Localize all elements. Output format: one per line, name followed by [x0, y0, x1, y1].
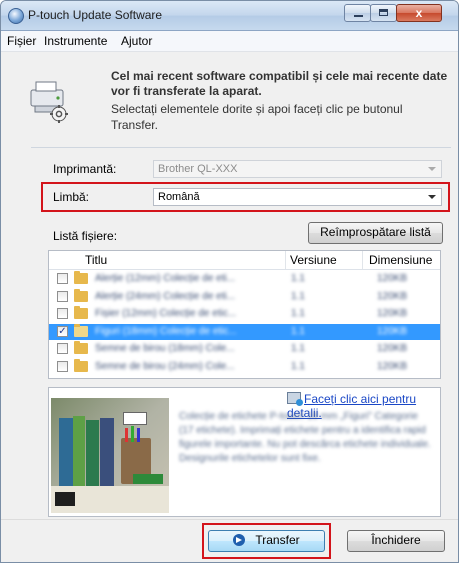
file-list-row[interactable]: Fișier (12mm) Colecție de etic... 1.1 120K… [49, 306, 440, 322]
folder-icon [74, 341, 88, 354]
file-list-row[interactable]: Semne de birou (24mm) Cole... 1.1 120KB [49, 358, 440, 375]
file-list-row[interactable]: Alerție (24mm) Colecție de eti... 1.1 120K… [49, 288, 440, 305]
folder-icon [74, 306, 88, 319]
chevron-down-icon [428, 167, 436, 171]
row-checkbox[interactable]: ✓ [57, 325, 68, 337]
file-list-header: Titlu Versiune Dimensiune [49, 251, 440, 270]
folder-icon [74, 288, 88, 302]
menu-tools[interactable]: Instrumente [44, 34, 107, 48]
arrow-right-icon [233, 534, 246, 546]
app-icon [8, 8, 24, 24]
row-version: 1.1 [291, 343, 305, 354]
footer-divider [1, 519, 458, 520]
file-list[interactable]: Titlu Versiune Dimensiune Alerție (12mm)… [48, 250, 441, 379]
folder-icon [74, 358, 88, 372]
row-version: 1.1 [291, 273, 305, 284]
app-window: P-touch Update Software x Fișier Instrum… [0, 0, 459, 563]
row-title: Figuri (18mm) Colecție de etic... [95, 325, 237, 337]
row-size: 120KB [377, 308, 408, 319]
row-version: 1.1 [291, 360, 305, 372]
column-divider [362, 251, 363, 269]
product-preview-image [51, 398, 169, 513]
folder-icon [74, 323, 88, 337]
row-size: 120KB [377, 343, 408, 354]
language-select[interactable]: Română [153, 188, 442, 206]
refresh-list-button[interactable]: Reîmprospătare listă [308, 222, 443, 244]
language-label: Limbă: [53, 190, 90, 204]
header-instructions: Selectați elementele dorite și apoi face… [111, 102, 403, 132]
column-size[interactable]: Dimensiune [369, 253, 432, 267]
printer-select[interactable]: Brother QL-XXX [153, 160, 442, 178]
file-list-row[interactable]: Semne de birou (18mm) Cole... 1.1 120KB [49, 341, 440, 357]
column-divider [285, 251, 286, 269]
row-size: 120KB [377, 325, 408, 337]
row-title: Fișier (12mm) Colecție de etic... [95, 308, 237, 319]
row-version: 1.1 [291, 290, 305, 302]
row-checkbox[interactable] [57, 308, 68, 319]
details-description: Colecție de etichete P-touch 18 mm „Figu… [179, 411, 431, 464]
details-panel: Faceți clic aici pentru detalii. Colecți… [48, 387, 441, 517]
file-list-row[interactable]: Alerție (12mm) Colecție de eti... 1.1 120K… [49, 271, 440, 287]
file-list-label: Listă fișiere: [53, 229, 118, 243]
details-icon [287, 392, 303, 406]
printer-label: Imprimantă: [53, 162, 117, 176]
row-checkbox[interactable] [57, 360, 68, 372]
row-checkbox[interactable] [57, 343, 68, 354]
transfer-button[interactable]: Transfer [208, 530, 325, 552]
printer-update-icon [30, 81, 68, 123]
header-divider [31, 147, 451, 148]
chevron-down-icon [428, 195, 436, 199]
row-checkbox[interactable] [57, 273, 68, 284]
header-title: Cel mai recent software compatibil și ce… [111, 69, 448, 98]
menu-file[interactable]: Fișier [7, 34, 36, 48]
row-checkbox[interactable] [57, 290, 68, 302]
maximize-button[interactable] [370, 4, 397, 22]
row-title: Alerție (12mm) Colecție de eti... [95, 273, 236, 284]
language-value: Română [158, 191, 200, 203]
close-window-button[interactable]: x [396, 4, 442, 22]
window-title: P-touch Update Software [28, 8, 163, 22]
row-title: Alerție (24mm) Colecție de eti... [95, 290, 236, 302]
minimize-button[interactable] [344, 4, 371, 22]
column-version[interactable]: Versiune [290, 253, 337, 267]
printer-value: Brother QL-XXX [158, 163, 238, 175]
row-size: 120KB [377, 273, 408, 284]
menu-help[interactable]: Ajutor [121, 34, 152, 48]
row-size: 120KB [377, 290, 408, 302]
row-title: Semne de birou (18mm) Cole... [95, 343, 235, 354]
row-version: 1.1 [291, 308, 305, 319]
row-size: 120KB [377, 360, 408, 372]
row-title: Semne de birou (24mm) Cole... [95, 360, 235, 372]
row-version: 1.1 [291, 325, 305, 337]
menu-bar: Fișier Instrumente Ajutor [1, 31, 458, 52]
title-bar[interactable]: P-touch Update Software x [1, 1, 458, 31]
folder-icon [74, 271, 88, 284]
file-list-row[interactable]: ✓ Figuri (18mm) Colecție de etic... 1.1 120… [49, 323, 440, 340]
close-button[interactable]: Închidere [347, 530, 445, 552]
column-title[interactable]: Titlu [85, 253, 107, 267]
